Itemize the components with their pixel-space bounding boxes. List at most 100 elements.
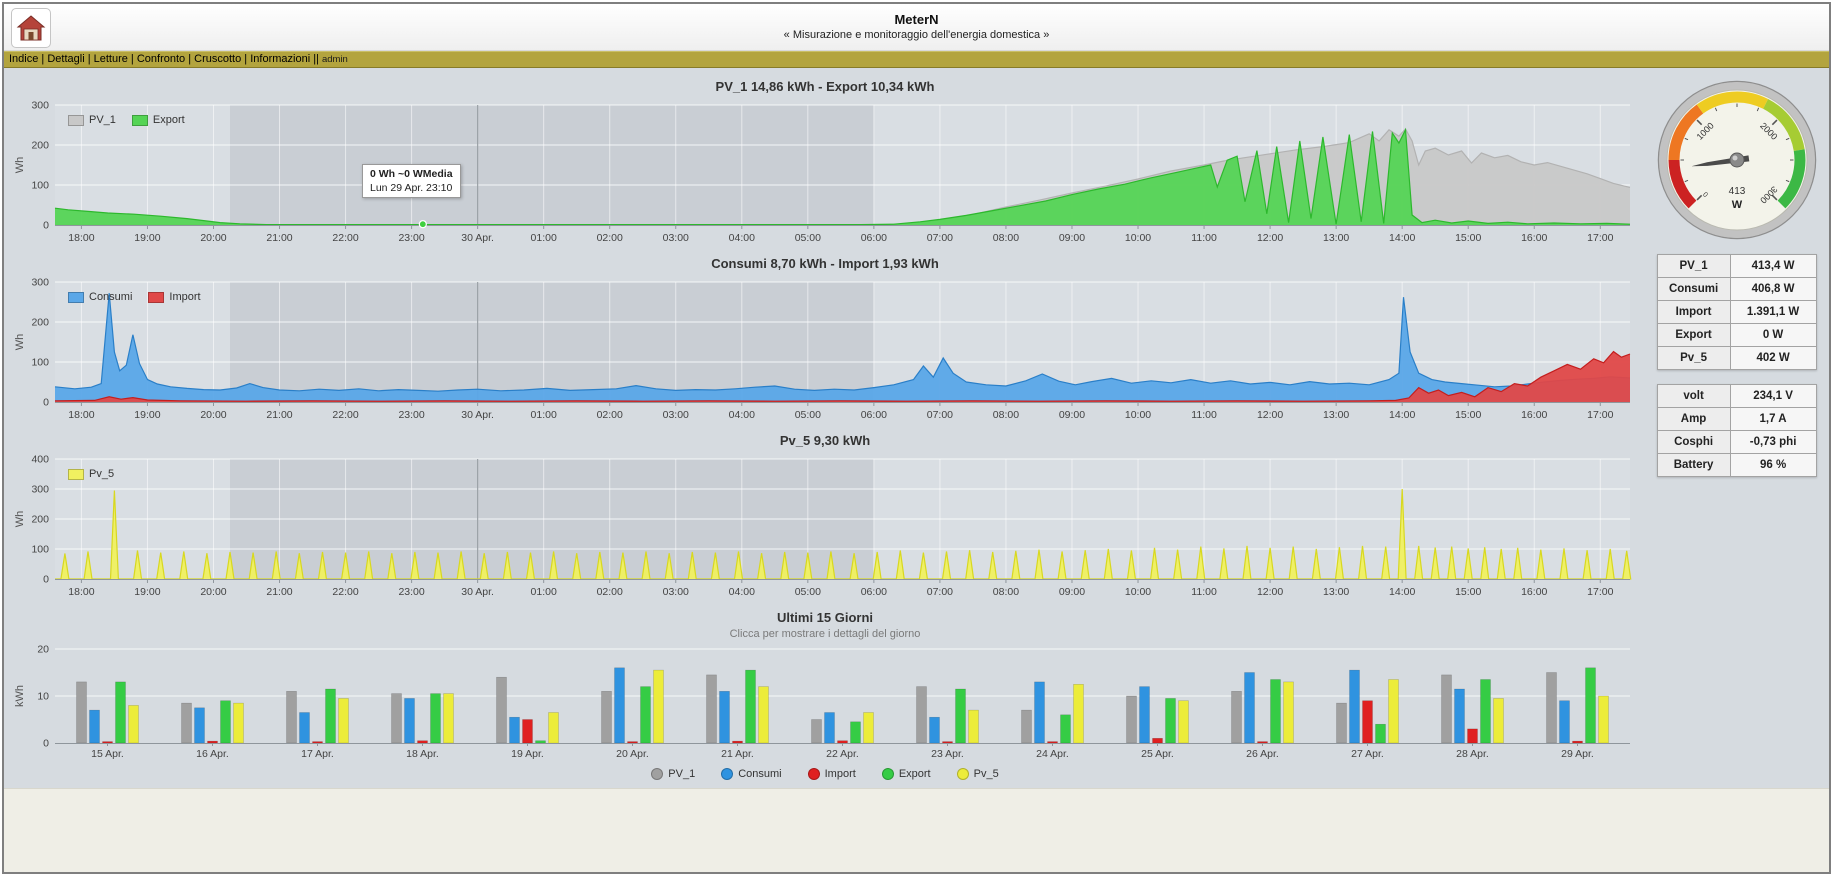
pv1-export-chart-canvas[interactable]: 18:00 19:00 20:00 21:00 22:00 23:00 30 Apr. 01:…: [10, 97, 1640, 247]
bar-import[interactable]: [627, 741, 638, 744]
bar-export[interactable]: [1585, 667, 1596, 744]
bar-pv_5[interactable]: [653, 669, 664, 744]
bar-consumi[interactable]: [509, 716, 520, 744]
nav-item-letture[interactable]: Letture: [85, 53, 128, 65]
bar-group-18-apr-[interactable]: [391, 693, 454, 744]
nav-item-informazioni[interactable]: Informazioni: [241, 53, 310, 65]
bar-pv_1[interactable]: [76, 681, 87, 744]
bar-consumi[interactable]: [614, 667, 625, 744]
bar-group-21-apr-[interactable]: [706, 669, 769, 744]
bar-import[interactable]: [1467, 728, 1478, 744]
nav-item-dettagli[interactable]: Dettagli: [38, 53, 84, 65]
bar-export[interactable]: [1060, 714, 1071, 744]
bar-consumi[interactable]: [299, 712, 310, 744]
bar-pv_1[interactable]: [286, 691, 297, 744]
bar-group-23-apr-[interactable]: [916, 686, 979, 744]
bar-pv_1[interactable]: [1441, 674, 1452, 744]
bar-export[interactable]: [640, 686, 651, 744]
bar-export[interactable]: [955, 688, 966, 744]
bar-export[interactable]: [1270, 679, 1281, 744]
bar-pv_5[interactable]: [1493, 698, 1504, 744]
last-15-days-chart-canvas[interactable]: 15 Apr. 16 Apr. 17 Apr. 18 Apr. 19 Apr. 20 Ap…: [10, 643, 1640, 763]
bar-pv_1[interactable]: [181, 702, 192, 744]
bar-group-19-apr-[interactable]: [496, 676, 559, 744]
bar-group-17-apr-[interactable]: [286, 688, 349, 744]
bar-export[interactable]: [1165, 698, 1176, 744]
home-button[interactable]: [11, 8, 51, 48]
bar-import[interactable]: [1047, 741, 1058, 744]
bar-consumi[interactable]: [404, 698, 415, 744]
bar-group-24-apr-[interactable]: [1021, 681, 1084, 744]
bar-pv_1[interactable]: [496, 676, 507, 744]
bar-export[interactable]: [745, 669, 756, 744]
bar-consumi[interactable]: [929, 716, 940, 744]
bar-export[interactable]: [115, 681, 126, 744]
bar-export[interactable]: [1480, 679, 1491, 744]
bar-pv_5[interactable]: [338, 698, 349, 744]
bar-import[interactable]: [1152, 738, 1163, 744]
bar-import[interactable]: [102, 741, 113, 744]
bar-consumi[interactable]: [1034, 681, 1045, 744]
bar-consumi[interactable]: [719, 691, 730, 744]
bar-import[interactable]: [417, 740, 428, 744]
bar-group-25-apr-[interactable]: [1126, 686, 1189, 744]
bar-pv_1[interactable]: [916, 686, 927, 744]
bar-pv_5[interactable]: [1388, 679, 1399, 744]
bar-pv_5[interactable]: [1073, 684, 1084, 744]
bar-group-27-apr-[interactable]: [1336, 669, 1399, 744]
bar-pv_1[interactable]: [1546, 672, 1557, 744]
bar-pv_5[interactable]: [443, 693, 454, 744]
bar-import[interactable]: [942, 741, 953, 744]
bar-import[interactable]: [1362, 700, 1373, 744]
nav-item-cruscotto[interactable]: Cruscotto: [185, 53, 241, 65]
bar-export[interactable]: [850, 721, 861, 744]
bar-pv_1[interactable]: [601, 691, 612, 744]
bar-consumi[interactable]: [1244, 672, 1255, 744]
bar-pv_1[interactable]: [706, 674, 717, 744]
bar-pv_1[interactable]: [391, 693, 402, 744]
bar-group-22-apr-[interactable]: [811, 712, 874, 744]
bar-group-20-apr-[interactable]: [601, 667, 664, 744]
bar-pv_1[interactable]: [811, 719, 822, 744]
bar-consumi[interactable]: [1454, 688, 1465, 744]
bar-pv_5[interactable]: [863, 712, 874, 744]
bar-pv_5[interactable]: [1178, 700, 1189, 744]
bar-group-29-apr-[interactable]: [1546, 667, 1609, 744]
bar-group-16-apr-[interactable]: [181, 700, 244, 744]
bar-import[interactable]: [1257, 741, 1268, 744]
bar-consumi[interactable]: [824, 712, 835, 744]
bar-export[interactable]: [430, 693, 441, 744]
bar-pv_5[interactable]: [968, 709, 979, 744]
bar-consumi[interactable]: [1559, 700, 1570, 744]
bar-import[interactable]: [522, 719, 533, 744]
bar-import[interactable]: [1572, 740, 1583, 744]
nav-item-indice[interactable]: Indice: [9, 53, 38, 65]
bar-pv_5[interactable]: [1598, 695, 1609, 744]
bar-import[interactable]: [732, 740, 743, 744]
bar-group-26-apr-[interactable]: [1231, 672, 1294, 744]
bar-pv_5[interactable]: [1283, 681, 1294, 744]
bar-pv_5[interactable]: [548, 712, 559, 744]
bar-pv_1[interactable]: [1021, 709, 1032, 744]
bar-import[interactable]: [207, 740, 218, 744]
bar-pv_1[interactable]: [1336, 702, 1347, 744]
bar-pv_5[interactable]: [128, 705, 139, 744]
bar-import[interactable]: [837, 740, 848, 744]
bar-consumi[interactable]: [194, 707, 205, 744]
bar-pv_5[interactable]: [758, 686, 769, 744]
bar-consumi[interactable]: [1349, 669, 1360, 744]
nav-item-confronto[interactable]: Confronto: [128, 53, 185, 65]
bar-export[interactable]: [535, 740, 546, 744]
bar-consumi[interactable]: [1139, 686, 1150, 744]
bar-pv_1[interactable]: [1126, 695, 1137, 744]
bar-export[interactable]: [1375, 723, 1386, 744]
bar-export[interactable]: [220, 700, 231, 744]
bar-pv_5[interactable]: [233, 702, 244, 744]
pv5-chart-canvas[interactable]: 18:00 19:00 20:00 21:00 22:00 23:00 30 Apr. 01:…: [10, 451, 1640, 601]
bar-group-15-apr-[interactable]: [76, 681, 139, 744]
bar-import[interactable]: [312, 741, 323, 744]
consumi-import-chart-canvas[interactable]: 18:00 19:00 20:00 21:00 22:00 23:00 30 Apr. 01:…: [10, 274, 1640, 424]
bar-export[interactable]: [325, 688, 336, 744]
bar-pv_1[interactable]: [1231, 691, 1242, 744]
bar-group-28-apr-[interactable]: [1441, 674, 1504, 744]
